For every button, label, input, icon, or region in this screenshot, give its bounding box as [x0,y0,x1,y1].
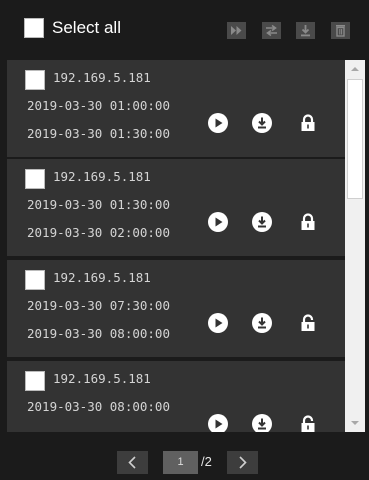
record-end-time: 2019-03-30 01:30:00 [27,126,170,141]
unlock-icon[interactable] [297,413,319,432]
delete-icon[interactable] [331,22,350,39]
record-ip: 192.169.5.181 [53,270,151,285]
play-icon[interactable] [207,413,229,432]
next-page-button[interactable] [227,451,258,474]
download-icon[interactable] [251,112,273,134]
scroll-up-arrow-icon[interactable] [345,60,365,78]
record-start-time: 2019-03-30 08:00:00 [27,399,170,414]
record-checkbox[interactable] [25,70,45,90]
record-list: 192.169.5.181 2019-03-30 01:00:00 2019-0… [7,60,345,432]
switch-icon[interactable] [262,22,281,39]
record-start-time: 2019-03-30 07:30:00 [27,298,170,313]
current-page-input[interactable]: 1 [163,451,198,474]
record-checkbox[interactable] [25,169,45,189]
record-end-time: 2019-03-30 02:00:00 [27,225,170,240]
record-checkbox[interactable] [25,270,45,290]
download-icon[interactable] [296,22,315,39]
previous-page-button[interactable] [117,451,148,474]
lock-icon[interactable] [297,211,319,233]
select-all-checkbox[interactable] [24,18,44,38]
toolbar: Select all [0,0,369,60]
record-item[interactable]: 192.169.5.181 2019-03-30 08:00:00 [7,361,345,432]
play-icon[interactable] [207,112,229,134]
record-item[interactable]: 192.169.5.181 2019-03-30 07:30:00 2019-0… [7,260,345,357]
play-icon[interactable] [207,312,229,334]
download-icon[interactable] [251,312,273,334]
select-all-control[interactable]: Select all [24,18,121,38]
record-item[interactable]: 192.169.5.181 2019-03-30 01:30:00 2019-0… [7,159,345,256]
record-ip: 192.169.5.181 [53,169,151,184]
record-start-time: 2019-03-30 01:30:00 [27,197,170,212]
record-start-time: 2019-03-30 01:00:00 [27,98,170,113]
record-item[interactable]: 192.169.5.181 2019-03-30 01:00:00 2019-0… [7,60,345,157]
record-checkbox[interactable] [25,371,45,391]
list-scrollbar[interactable] [345,60,365,432]
unlock-icon[interactable] [297,312,319,334]
select-all-label: Select all [52,18,121,37]
pagination: 1 /2 [0,432,369,480]
record-end-time: 2019-03-30 08:00:00 [27,326,170,341]
page-total: /2 [201,454,212,469]
download-icon[interactable] [251,211,273,233]
record-ip: 192.169.5.181 [53,70,151,85]
play-icon[interactable] [207,211,229,233]
fast-forward-icon[interactable] [227,22,246,39]
scroll-down-arrow-icon[interactable] [345,414,365,432]
download-icon[interactable] [251,413,273,432]
lock-icon[interactable] [297,112,319,134]
scrollbar-thumb[interactable] [347,79,363,199]
record-ip: 192.169.5.181 [53,371,151,386]
